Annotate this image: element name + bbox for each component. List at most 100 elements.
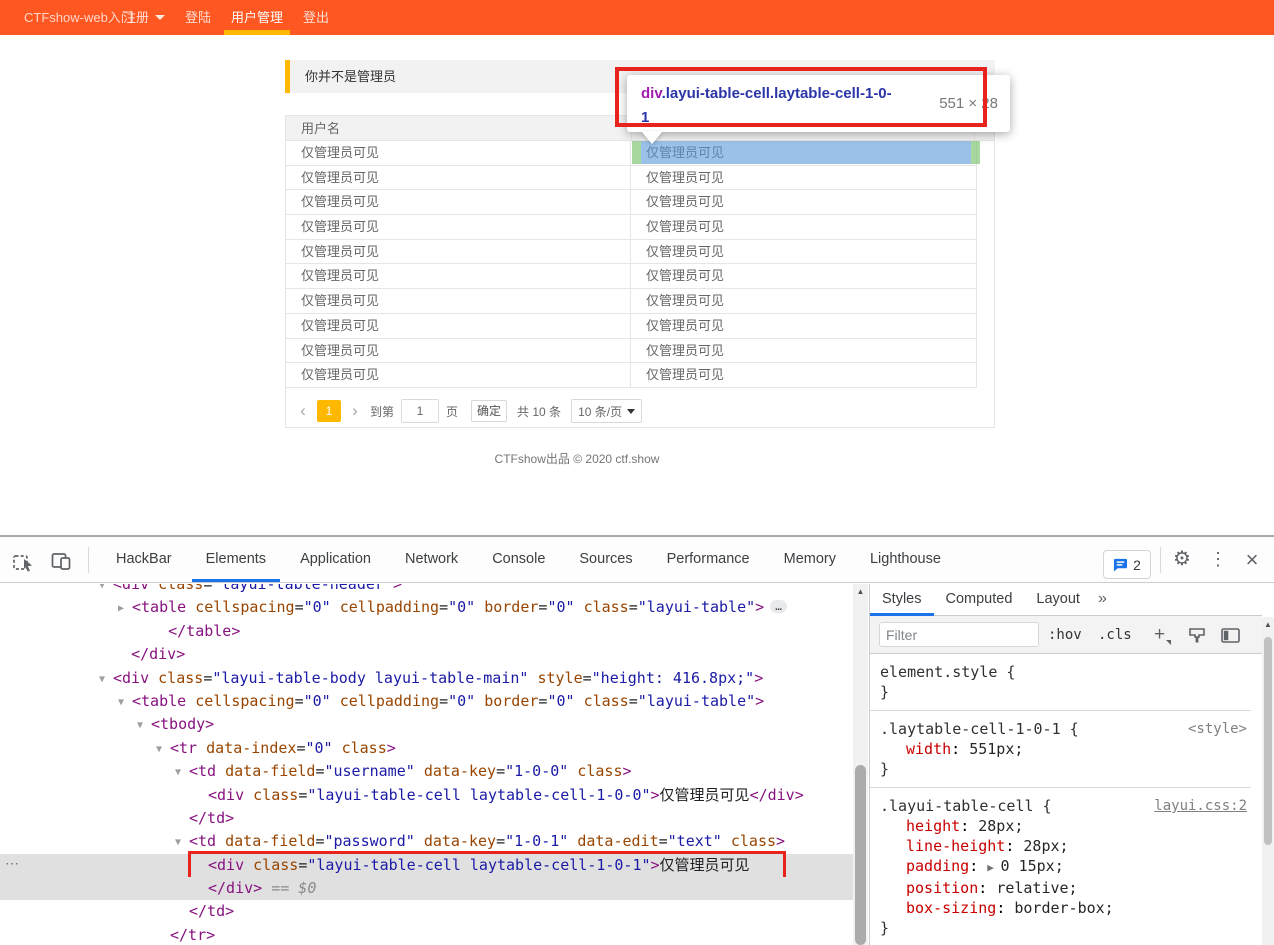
devtools-tab-lighthouse[interactable]: Lighthouse bbox=[856, 537, 955, 582]
scrollbar-thumb[interactable] bbox=[1264, 637, 1272, 845]
twisty-icon[interactable]: ▼ bbox=[175, 831, 189, 854]
scroll-up-icon[interactable]: ▲ bbox=[1262, 620, 1274, 629]
more-tabs-icon[interactable]: » bbox=[1092, 584, 1113, 616]
dom-tree-line[interactable]: </div> == $0 bbox=[0, 877, 853, 900]
dom-tree-line[interactable]: </div> bbox=[0, 643, 853, 666]
table-cell[interactable]: 仅管理员可见 bbox=[631, 215, 976, 239]
devtools-tab-hackbar[interactable]: HackBar bbox=[102, 537, 186, 582]
devtools-tab-memory[interactable]: Memory bbox=[770, 537, 850, 582]
table-cell[interactable]: 仅管理员可见 bbox=[286, 190, 631, 214]
nav-item-注册[interactable]: 注册 bbox=[116, 0, 172, 35]
toggle-class-button[interactable]: .cls bbox=[1098, 616, 1132, 654]
dom-tree-line[interactable]: </tr> bbox=[0, 924, 853, 945]
elements-scrollbar[interactable]: ▲ bbox=[853, 584, 868, 945]
scrollbar-thumb[interactable] bbox=[855, 765, 866, 945]
table-cell[interactable]: 仅管理员可见 bbox=[631, 190, 976, 214]
page-number-input[interactable] bbox=[401, 399, 439, 423]
dom-tree-line[interactable]: </table> bbox=[0, 620, 853, 643]
settings-gear-icon[interactable]: ⚙ bbox=[1168, 537, 1196, 582]
table-cell[interactable]: 仅管理员可见 bbox=[631, 166, 976, 190]
styles-scrollbar[interactable]: ▲ bbox=[1262, 617, 1274, 945]
css-property[interactable]: height: 28px; bbox=[880, 816, 1251, 836]
page-prev-icon[interactable]: ‹ bbox=[295, 400, 311, 422]
close-devtools-icon[interactable]: × bbox=[1238, 537, 1266, 582]
dom-tree-line[interactable]: ▼<div class="layui-table-body layui-tabl… bbox=[0, 667, 853, 690]
devtools-tab-console[interactable]: Console bbox=[478, 537, 559, 582]
css-property[interactable]: box-sizing: border-box; bbox=[880, 898, 1251, 918]
dom-tree-line[interactable]: ▼<tr data-index="0" class> bbox=[0, 737, 853, 760]
css-property[interactable]: padding: ▶ 0 15px; bbox=[880, 856, 1251, 878]
twisty-icon[interactable]: ▼ bbox=[175, 761, 189, 784]
code-token bbox=[132, 622, 168, 640]
dom-tree-line[interactable]: <div class="layui-table-cell laytable-ce… bbox=[0, 854, 853, 877]
css-property[interactable]: line-height: 28px; bbox=[880, 836, 1251, 856]
confirm-button[interactable]: 确定 bbox=[471, 400, 507, 422]
table-cell[interactable]: 仅管理员可见 bbox=[286, 289, 631, 313]
table-cell[interactable]: 仅管理员可见 bbox=[286, 141, 631, 165]
styles-filter-input[interactable] bbox=[879, 622, 1039, 647]
new-style-rule-button[interactable]: + bbox=[1154, 616, 1165, 654]
dom-tree-line[interactable]: ▶<table cellspacing="0" cellpadding="0" … bbox=[0, 596, 853, 619]
expand-shorthand-icon[interactable]: ▶ bbox=[987, 861, 1000, 874]
code-token: = bbox=[496, 832, 505, 850]
twisty-icon[interactable]: ▼ bbox=[118, 691, 132, 714]
devtools-tab-application[interactable]: Application bbox=[286, 537, 385, 582]
sidebar-layout-icon[interactable] bbox=[1221, 628, 1240, 648]
toggle-hover-state-button[interactable]: :hov bbox=[1048, 616, 1082, 654]
styles-tab-styles[interactable]: Styles bbox=[870, 584, 934, 616]
devtools-tab-elements[interactable]: Elements bbox=[192, 537, 280, 582]
styles-tab-layout[interactable]: Layout bbox=[1024, 584, 1092, 616]
twisty-icon[interactable]: ▼ bbox=[99, 584, 113, 597]
table-cell[interactable]: 仅管理员可见 bbox=[286, 314, 631, 338]
twisty-icon[interactable]: ▼ bbox=[99, 668, 113, 691]
line-options-ellipsis-icon[interactable]: ⋯ bbox=[5, 855, 20, 872]
table-cell[interactable]: 仅管理员可见 bbox=[286, 339, 631, 363]
table-cell[interactable]: 仅管理员可见 bbox=[286, 240, 631, 264]
dom-tree-line[interactable]: ▼<div class="layui-table-header"> bbox=[0, 584, 853, 596]
dom-tree-line[interactable]: </td> bbox=[0, 807, 853, 830]
nav-item-登出[interactable]: 登出 bbox=[296, 0, 336, 35]
page-current[interactable]: 1 bbox=[317, 400, 341, 422]
table-cell[interactable]: 仅管理员可见 bbox=[631, 314, 976, 338]
nav-item-登陆[interactable]: 登陆 bbox=[178, 0, 218, 35]
table-cell[interactable]: 仅管理员可见 bbox=[631, 240, 976, 264]
scroll-up-icon[interactable]: ▲ bbox=[853, 587, 868, 596]
dom-tree-line[interactable]: ▼<table cellspacing="0" cellpadding="0" … bbox=[0, 690, 853, 713]
table-cell[interactable]: 仅管理员可见 bbox=[286, 264, 631, 288]
table-cell[interactable]: 仅管理员可见 bbox=[631, 264, 976, 288]
nav-item-用户管理[interactable]: 用户管理 bbox=[224, 0, 290, 35]
table-cell[interactable]: 仅管理员可见 bbox=[631, 339, 976, 363]
rendering-brush-icon[interactable] bbox=[1188, 627, 1206, 649]
twisty-icon[interactable]: ▼ bbox=[137, 714, 151, 737]
table-cell[interactable]: 仅管理员可见 bbox=[631, 141, 976, 165]
twisty-icon[interactable]: ▶ bbox=[118, 597, 132, 620]
dom-tree-line[interactable]: ▼<td data-field="password" data-key="1-0… bbox=[0, 830, 853, 853]
devtools-tab-performance[interactable]: Performance bbox=[653, 537, 764, 582]
per-page-select[interactable]: 10 条/页 bbox=[571, 399, 642, 423]
twisty-icon[interactable]: ▼ bbox=[156, 738, 170, 761]
dom-tree-line[interactable]: ▼<tbody> bbox=[0, 713, 853, 736]
stylesheet-link[interactable]: layui.css:2 bbox=[1154, 796, 1247, 816]
issues-button[interactable]: 2 bbox=[1103, 550, 1151, 579]
table-cell[interactable]: 仅管理员可见 bbox=[286, 363, 631, 387]
css-rule[interactable]: element.style {} bbox=[870, 654, 1251, 711]
dom-tree-line[interactable]: </td> bbox=[0, 900, 853, 923]
devtools-tab-sources[interactable]: Sources bbox=[565, 537, 646, 582]
css-rule[interactable]: layui.css:2.layui-table-cell {height: 28… bbox=[870, 788, 1251, 945]
dom-tree-line[interactable]: <div class="layui-table-cell laytable-ce… bbox=[0, 784, 853, 807]
table-cell[interactable]: 仅管理员可见 bbox=[631, 289, 976, 313]
inspect-element-icon[interactable] bbox=[12, 550, 34, 577]
table-cell[interactable]: 仅管理员可见 bbox=[631, 363, 976, 387]
stylesheet-link[interactable]: <style> bbox=[1188, 719, 1247, 739]
table-cell[interactable]: 仅管理员可见 bbox=[286, 215, 631, 239]
css-property[interactable]: width: 551px; bbox=[880, 739, 1251, 759]
page-next-icon[interactable]: › bbox=[347, 400, 363, 422]
css-rule[interactable]: <style>.laytable-cell-1-0-1 {width: 551p… bbox=[870, 711, 1251, 788]
styles-tab-computed[interactable]: Computed bbox=[934, 584, 1025, 616]
table-cell[interactable]: 仅管理员可见 bbox=[286, 166, 631, 190]
more-options-icon[interactable]: ⋮ bbox=[1206, 537, 1230, 582]
devtools-tab-network[interactable]: Network bbox=[391, 537, 472, 582]
device-toolbar-icon[interactable] bbox=[50, 550, 72, 577]
dom-tree-line[interactable]: ▼<td data-field="username" data-key="1-0… bbox=[0, 760, 853, 783]
css-property[interactable]: position: relative; bbox=[880, 878, 1251, 898]
